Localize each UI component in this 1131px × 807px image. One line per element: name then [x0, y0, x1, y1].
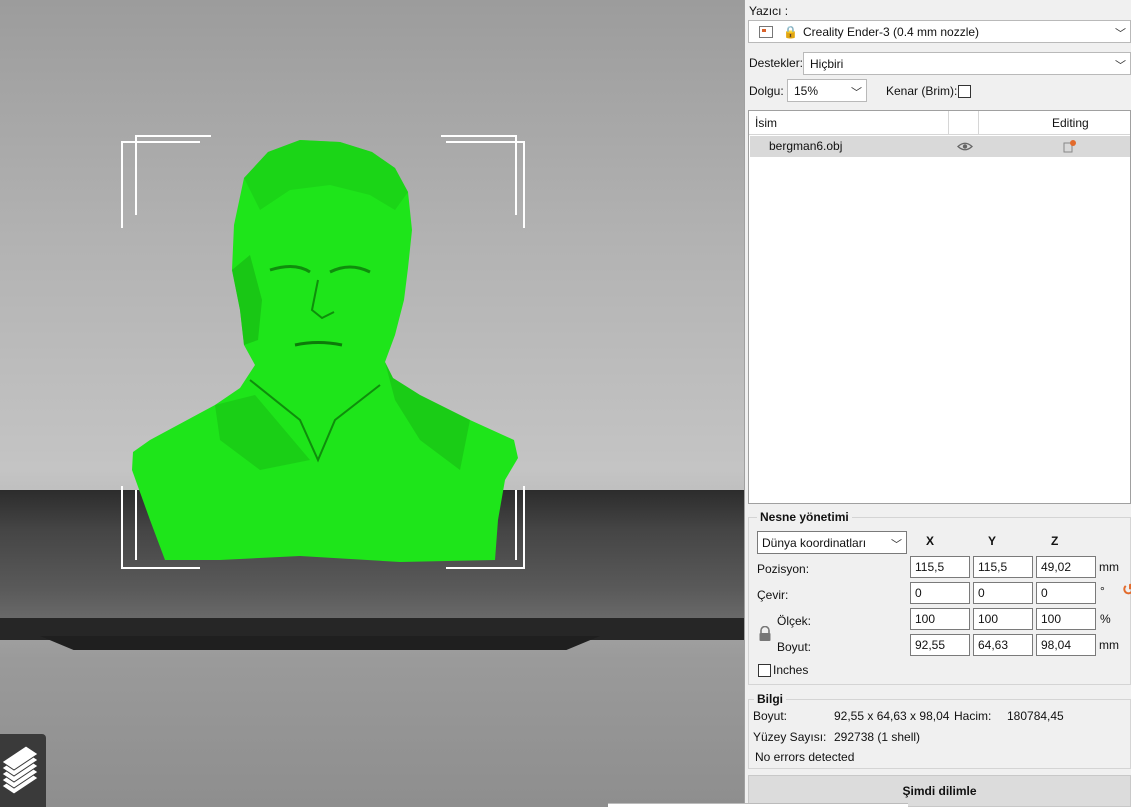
info-facets-value: 292738 (1 shell) [834, 730, 921, 744]
supports-value: Hiçbiri [810, 57, 844, 71]
axis-x-label: X [926, 534, 935, 548]
chevron-down-icon: ﹀ [891, 539, 902, 551]
coordinate-system-select[interactable]: Dünya koordinatları ﹀ [757, 531, 907, 554]
info-size-label: Boyut: [753, 709, 788, 723]
info-facets-label: Yüzey Sayısı: [753, 730, 827, 744]
inches-label: Inches [773, 663, 809, 677]
status-strip [608, 803, 908, 807]
rotation-y-input[interactable]: 0 [973, 582, 1033, 604]
edit-settings-icon[interactable] [1063, 139, 1077, 153]
3d-viewport[interactable] [0, 0, 744, 807]
position-x-input[interactable]: 115,5 [910, 556, 970, 578]
infill-select[interactable]: 15% ﹀ [787, 79, 867, 102]
size-label: Boyut: [777, 640, 812, 654]
scale-label: Ölçek: [777, 614, 812, 628]
info-title: Bilgi [754, 692, 786, 706]
info-volume-label: Hacim: [954, 709, 992, 723]
info-size-value: 92,55 x 64,63 x 98,04 [834, 709, 950, 723]
printer-value: Creality Ender-3 (0.4 mm nozzle) [803, 25, 980, 39]
reset-rotation-icon[interactable]: ↺ [1122, 580, 1131, 600]
column-name-header[interactable]: İsim [755, 116, 777, 130]
supports-select[interactable]: Hiçbiri ﹀ [803, 52, 1131, 75]
eye-icon[interactable] [957, 141, 973, 152]
object-name: bergman6.obj [769, 139, 843, 153]
inches-checkbox[interactable] [758, 664, 771, 677]
printer-icon [759, 26, 773, 38]
layers-toggle-button[interactable] [0, 734, 46, 807]
slice-now-label: Şimdi dilimle [902, 784, 977, 798]
rotation-x-input[interactable]: 0 [910, 582, 970, 604]
info-volume-value: 180784,45 [1007, 709, 1064, 723]
scale-y-input[interactable]: 100 [973, 608, 1033, 630]
rotation-label: Çevir: [757, 588, 789, 602]
axis-y-label: Y [988, 534, 997, 548]
axis-z-label: Z [1051, 534, 1059, 548]
column-editing-header[interactable]: Editing [1052, 116, 1089, 130]
brim-label: Kenar (Brim): [886, 84, 958, 98]
chevron-down-icon: ﹀ [1115, 60, 1126, 72]
size-x-input[interactable]: 92,55 [910, 634, 970, 656]
position-y-input[interactable]: 115,5 [973, 556, 1033, 578]
info-errors-text: No errors detected [755, 750, 855, 764]
printer-label: Yazıcı : [749, 4, 789, 18]
size-y-input[interactable]: 64,63 [973, 634, 1033, 656]
object-list-row[interactable]: bergman6.obj [750, 136, 1130, 157]
rotation-z-input[interactable]: 0 [1036, 582, 1096, 604]
scale-unit: % [1100, 612, 1111, 626]
object-list[interactable]: İsim Editing bergman6.obj [748, 110, 1131, 504]
position-z-input[interactable]: 49,02 [1036, 556, 1096, 578]
object-list-header: İsim Editing [749, 111, 1130, 135]
supports-label: Destekler: [749, 56, 804, 70]
bust-body [132, 140, 518, 562]
brim-checkbox[interactable] [958, 85, 971, 98]
coordinate-system-value: Dünya koordinatları [762, 536, 867, 550]
lock-icon[interactable] [758, 626, 772, 642]
position-label: Pozisyon: [757, 562, 810, 576]
position-unit: mm [1099, 560, 1119, 574]
scale-x-input[interactable]: 100 [910, 608, 970, 630]
model-bust-render[interactable] [0, 0, 744, 807]
printer-select[interactable]: 🔒 Creality Ender-3 (0.4 mm nozzle) ﹀ [748, 20, 1131, 43]
layers-icon [1, 745, 39, 795]
rotation-unit: ° [1100, 584, 1105, 598]
lock-icon: 🔒 [783, 25, 798, 39]
chevron-down-icon: ﹀ [851, 87, 862, 99]
scale-z-input[interactable]: 100 [1036, 608, 1096, 630]
chevron-down-icon: ﹀ [1115, 28, 1126, 40]
infill-label: Dolgu: [749, 84, 784, 98]
size-z-input[interactable]: 98,04 [1036, 634, 1096, 656]
size-unit: mm [1099, 638, 1119, 652]
infill-value: 15% [794, 84, 819, 98]
object-manipulation-title: Nesne yönetimi [757, 510, 852, 524]
